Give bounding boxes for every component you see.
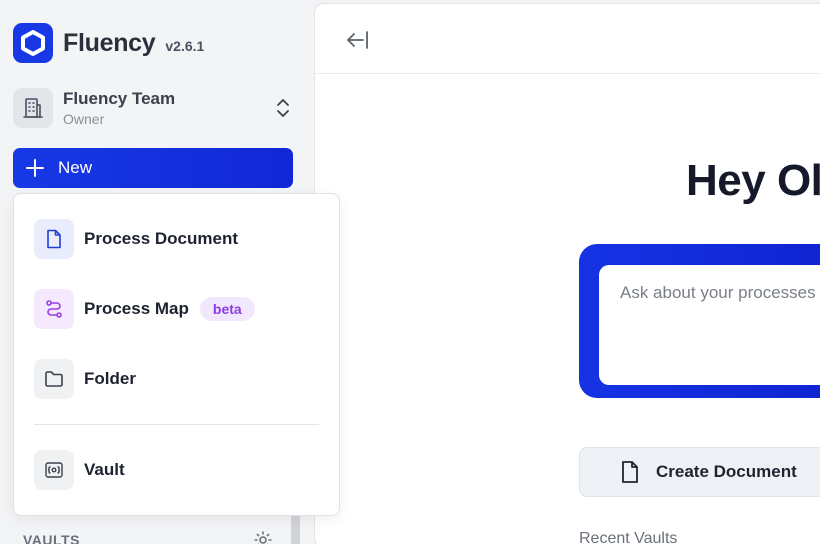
app-version: v2.6.1	[165, 38, 205, 54]
fluency-logo-icon	[13, 23, 53, 63]
vaults-section-header: VAULTS	[23, 530, 273, 544]
gear-icon[interactable]	[253, 530, 273, 544]
new-dropdown-menu: Process Document Process Map beta Folder	[13, 193, 340, 516]
vaults-label: VAULTS	[23, 532, 80, 544]
plus-icon	[26, 159, 44, 177]
recent-vaults-label: Recent Vaults	[579, 530, 678, 544]
menu-item-process-map[interactable]: Process Map beta	[34, 289, 255, 329]
top-bar	[315, 4, 820, 74]
greeting-heading: Hey Ol	[686, 156, 820, 205]
menu-item-vault[interactable]: Vault	[34, 450, 125, 490]
folder-icon	[34, 359, 74, 399]
menu-item-process-document[interactable]: Process Document	[34, 219, 238, 259]
create-document-button[interactable]: Create Document	[579, 447, 820, 497]
team-role: Owner	[63, 111, 105, 127]
document-icon	[622, 461, 638, 483]
chevrons-up-down-icon[interactable]	[271, 96, 295, 120]
main-panel: Hey Ol Create Document Recent Vaults	[314, 3, 820, 544]
building-icon	[13, 88, 53, 128]
menu-item-label: Process Map	[84, 299, 189, 318]
create-document-label: Create Document	[656, 462, 797, 481]
collapse-sidebar-button[interactable]	[343, 28, 371, 52]
brand: Fluency v2.6.1	[13, 23, 204, 63]
new-button-label: New	[58, 158, 93, 177]
menu-item-folder[interactable]: Folder	[34, 359, 136, 399]
team-name: Fluency Team	[63, 89, 176, 108]
menu-item-label: Process Document	[84, 229, 238, 248]
beta-badge: beta	[199, 297, 255, 321]
process-map-icon	[34, 289, 74, 329]
vault-icon	[34, 450, 74, 490]
ask-box	[579, 244, 820, 398]
new-button[interactable]: New	[13, 148, 293, 188]
menu-item-label: Folder	[84, 369, 136, 388]
brand-name: Fluency	[63, 28, 156, 57]
sidebar-scrollbar[interactable]	[291, 515, 300, 544]
document-icon	[34, 219, 74, 259]
team-switcher[interactable]: Fluency Team Owner	[13, 87, 295, 129]
menu-divider	[34, 424, 319, 425]
ask-input[interactable]	[599, 265, 820, 385]
arrow-left-to-line-icon	[347, 31, 368, 49]
menu-item-label: Vault	[84, 460, 125, 479]
